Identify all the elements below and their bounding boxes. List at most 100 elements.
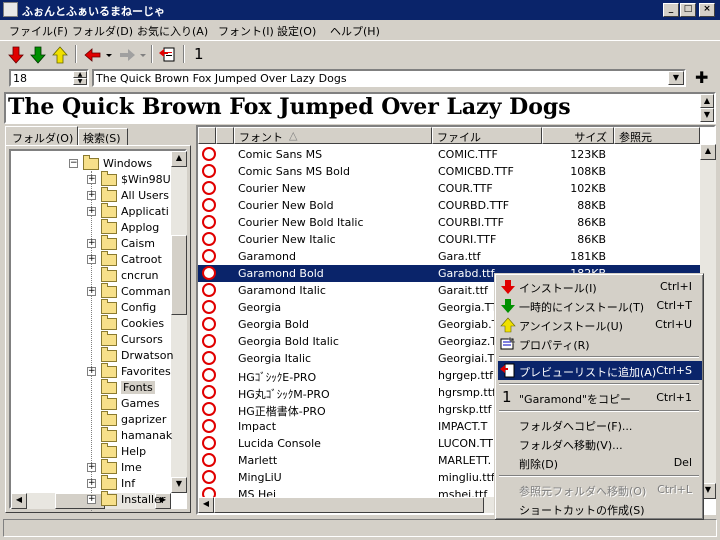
expand-icon[interactable]: + [87,367,96,376]
column-header-ref[interactable]: 参照元 [614,127,700,144]
menu-help[interactable]: ヘルプ(H) [330,23,380,39]
list-hscroll-thumb[interactable] [214,497,484,513]
menu-file[interactable]: ファイル(F) [9,23,68,39]
add-preview-button[interactable] [157,44,179,66]
preview-text-input[interactable]: The Quick Brown Fox Jumped Over Lazy Dog… [92,69,686,87]
menu-uninstall[interactable]: アンインストール(U) Ctrl+U [498,315,702,334]
folder-icon [101,251,117,266]
tree-item[interactable]: gaprizer [11,411,171,427]
column-header-font[interactable]: フォント △ [234,127,432,144]
column-header-size[interactable]: サイズ [542,127,614,144]
menu-temp-install[interactable]: 一時的にインストール(T) Ctrl+T [498,296,702,315]
tree-item[interactable]: Games [11,395,171,411]
tree-item[interactable]: Help [11,443,171,459]
tree-item[interactable]: cncrun [11,267,171,283]
tree-item[interactable]: Cursors [11,331,171,347]
menu-delete[interactable]: 削除(D) Del [498,453,702,472]
tree-item[interactable]: hamanak [11,427,172,443]
expand-icon[interactable]: + [87,255,96,264]
tree-scroll-thumb[interactable] [171,235,187,315]
column-header-icon2[interactable] [216,127,234,144]
size-up-button[interactable]: ▲ [73,71,87,78]
tree-scroll-down[interactable]: ▼ [171,477,187,493]
not-installed-circle-icon [202,368,216,382]
column-header-icon[interactable] [198,127,216,144]
expand-icon[interactable]: + [87,463,96,472]
tree-item[interactable]: Applog [11,219,171,235]
tree-vscroll[interactable]: ▲ ▼ [171,151,187,493]
menu-properties[interactable]: プロパティ(R) [498,334,702,353]
expand-icon[interactable]: + [87,239,96,248]
font-row[interactable]: Courier New Bold Italic COURBI.TTF 86KB [198,214,702,231]
list-hscroll[interactable]: ◀ [198,497,498,513]
install-button[interactable] [5,44,27,66]
preview-dropdown-button[interactable]: ▼ [668,71,684,85]
menu-copy-to-folder[interactable]: フォルダへコピー(F)... [498,415,702,434]
tree-item[interactable]: + Comman [11,283,171,299]
expand-icon[interactable]: + [87,287,96,296]
size-down-button[interactable]: ▼ [73,78,87,85]
tree-item[interactable]: + Catroot [11,251,171,267]
menu-install[interactable]: インストール(I) Ctrl+I [498,277,702,296]
close-button[interactable]: × [699,3,715,17]
copy-name-counter[interactable]: 1 [194,45,204,63]
tree-item[interactable]: + Applicati [11,203,171,219]
tree-item[interactable]: Fonts [11,379,171,395]
font-row[interactable]: Comic Sans MS COMIC.TTF 123KB [198,146,702,163]
tab-search[interactable]: 検索(S) [78,128,128,145]
expand-icon[interactable]: + [87,495,96,504]
tree-item[interactable]: Config [11,299,171,315]
maximize-button[interactable]: □ [680,3,696,17]
font-row[interactable]: Courier New Italic COURI.TTF 86KB [198,231,702,248]
font-row[interactable]: Courier New COUR.TTF 102KB [198,180,702,197]
forward-button[interactable] [116,44,148,66]
tree-scroll-up[interactable]: ▲ [171,151,187,167]
tree-item[interactable]: + $Win98U [11,171,171,187]
tree-item[interactable]: + Favorites [11,363,171,379]
menu-move-to-ref-folder[interactable]: 参照元フォルダへ移動(O) Ctrl+L [498,480,702,499]
font-file: Georgiab.T [438,318,499,331]
column-header-file[interactable]: ファイル [432,127,542,144]
menu-favorites[interactable]: お気に入り(A) [137,23,208,39]
back-button[interactable] [82,44,114,66]
font-row[interactable]: Garamond Gara.ttf 181KB [198,248,702,265]
expand-icon[interactable]: + [87,479,96,488]
menu-move-to-folder[interactable]: フォルダへ移動(V)... [498,434,702,453]
font-size-input[interactable]: 18 ▲ ▼ [9,69,89,87]
tree-item[interactable]: + Caism [11,235,171,251]
tree-item[interactable]: + Inf [11,475,171,491]
expand-icon[interactable]: + [87,207,96,216]
minimize-button[interactable]: _ [663,3,679,17]
font-row[interactable]: Courier New Bold COURBD.TTF 88KB [198,197,702,214]
menu-copy-name[interactable]: 1 "Garamond"をコピー Ctrl+1 [498,388,702,407]
tab-folder[interactable]: フォルダ(O) [5,126,78,146]
tree-item[interactable]: Drwatson [11,347,173,363]
menu-folder[interactable]: フォルダ(D) [72,23,133,39]
not-installed-circle-icon [202,147,216,161]
list-scroll-left[interactable]: ◀ [198,497,214,513]
status-bar [3,519,717,537]
font-row[interactable]: Comic Sans MS Bold COMICBD.TTF 108KB [198,163,702,180]
tree-item[interactable]: − Windows [11,155,171,171]
tree-item[interactable]: + All Users [11,187,171,203]
list-scroll-up[interactable]: ▲ [700,144,716,160]
temp-install-button[interactable] [27,44,49,66]
expand-icon[interactable]: + [87,175,96,184]
menu-font[interactable]: フォント(I) [218,23,274,39]
font-name: Comic Sans MS Bold [238,165,350,178]
preview-scroll-down[interactable]: ▼ [700,108,714,122]
menu-settings[interactable]: 設定(O) [277,23,316,39]
tree-item[interactable]: + Installer [11,491,171,507]
preview-scroll-up[interactable]: ▲ [700,94,714,108]
collapse-icon[interactable]: − [69,159,78,168]
menu-create-shortcut[interactable]: ショートカットの作成(S) [498,499,702,518]
menu-add-preview[interactable]: プレビューリストに追加(A) Ctrl+S [498,361,702,380]
not-installed-circle-icon [202,402,216,416]
pin-icon[interactable]: ✚ [695,68,708,87]
tree-item[interactable]: Cookies [11,315,171,331]
uninstall-button[interactable] [49,44,71,66]
tab-folder-label: フォルダ(O) [12,132,74,145]
tree-item[interactable]: + Ime [11,459,171,475]
expand-icon[interactable]: + [87,191,96,200]
font-name: Garamond Bold [238,267,324,280]
